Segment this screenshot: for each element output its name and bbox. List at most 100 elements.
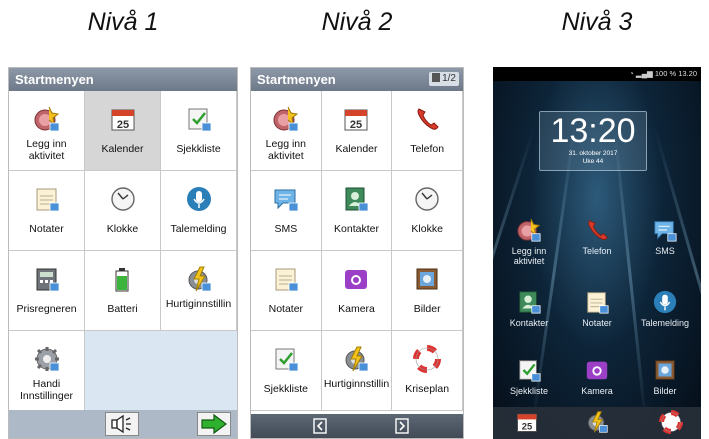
- home-app-label: Talemelding: [640, 318, 690, 328]
- home-app-bilder[interactable]: Bilder: [633, 357, 697, 396]
- notes-icon: [272, 265, 300, 293]
- checklist-icon: [185, 105, 213, 133]
- home-app-kamera[interactable]: Kamera: [565, 357, 629, 396]
- app-tile-label: Notater: [268, 303, 304, 315]
- camera-icon: [584, 357, 610, 383]
- home-app-label: Telefon: [582, 246, 612, 256]
- home-app-label: Kamera: [581, 386, 613, 396]
- app-tile-prisregneren[interactable]: Prisregneren: [9, 251, 85, 331]
- home-app-kontakter[interactable]: Kontakter: [497, 289, 561, 328]
- app-tile-sjekkliste[interactable]: Sjekkliste: [251, 331, 322, 411]
- calendar-icon: 25: [109, 105, 137, 133]
- wifi-icon: ◔: [629, 69, 634, 78]
- sms-icon: [652, 217, 678, 243]
- calculator-icon: [33, 265, 61, 293]
- app-tile-sms[interactable]: SMS: [251, 171, 322, 251]
- app-tile-hurtiginnstillin[interactable]: Hurtiginnstillin: [161, 251, 237, 331]
- app-tile-sjekkliste[interactable]: Sjekkliste: [161, 91, 237, 171]
- level2-footer: [251, 414, 463, 438]
- add-activity-icon: [272, 105, 300, 133]
- pictures-icon: [652, 357, 678, 383]
- clock-time: 13:20: [550, 112, 636, 150]
- svg-text:25: 25: [116, 119, 128, 131]
- app-tile-label: Telefon: [410, 143, 445, 155]
- app-tile-label: Klokke: [106, 223, 139, 235]
- app-tile-notater[interactable]: Notater: [251, 251, 322, 331]
- app-tile-notater[interactable]: Notater: [9, 171, 85, 251]
- app-tile-label: Legg inn aktivitet: [26, 138, 67, 162]
- app-tile-telefon[interactable]: Telefon: [392, 91, 463, 171]
- app-tile-label: Kalender: [101, 143, 144, 155]
- app-tile-kriseplan[interactable]: Kriseplan: [392, 331, 463, 411]
- level3-phone-screen: ◔ ▂▄▆ 100 % 13.20 13:20 31. oktober 2017…: [493, 67, 701, 439]
- app-tile-label: Kontakter: [334, 223, 379, 235]
- quick-settings-icon: [185, 265, 213, 293]
- app-tile-label: Bilder: [413, 303, 441, 315]
- sound-button[interactable]: [105, 412, 139, 436]
- dock: 25: [493, 407, 701, 439]
- app-tile-legg-inn-aktivitet[interactable]: Legg inn aktivitet: [251, 91, 322, 171]
- home-app-talemelding[interactable]: Talemelding: [633, 289, 697, 328]
- level2-phone-screen: Startmenyen 1/2 Legg inn aktivitet 25 Kale…: [250, 67, 464, 439]
- home-app-telefon[interactable]: Telefon: [565, 217, 629, 256]
- app-tile-label: Notater: [29, 223, 64, 235]
- startmenu-header: Startmenyen 1/2: [251, 68, 463, 91]
- quick-settings-icon[interactable]: [585, 410, 609, 434]
- home-app-sjekkliste[interactable]: Sjekkliste: [497, 357, 561, 396]
- clock-week: Uke 44: [582, 158, 604, 165]
- signal-icon: ▂▄▆: [635, 69, 653, 78]
- app-tile-kamera[interactable]: Kamera: [321, 251, 393, 331]
- page-indicator: 1/2: [429, 72, 459, 86]
- app-tile-label: Kalender: [335, 143, 378, 155]
- home-app-notater[interactable]: Notater: [565, 289, 629, 328]
- app-tile-label: Prisregneren: [16, 303, 77, 315]
- notes-icon: [33, 185, 61, 213]
- app-tile-kalender[interactable]: 25 Kalender: [321, 91, 393, 171]
- previous-page-icon[interactable]: [313, 418, 327, 434]
- add-activity-icon: [33, 105, 61, 133]
- microphone-icon: [652, 289, 678, 315]
- next-page-button[interactable]: [197, 412, 231, 436]
- home-app-legg-inn-aktivitet[interactable]: Legg inn aktivitet: [497, 217, 561, 266]
- app-tile-handi-innstillinger[interactable]: Handi Innstillinger: [9, 331, 85, 411]
- notes-icon: [584, 289, 610, 315]
- lifebuoy-icon[interactable]: [659, 410, 683, 434]
- next-page-icon[interactable]: [395, 418, 409, 434]
- settings-gear-icon: [33, 345, 61, 373]
- battery-icon: [109, 265, 137, 293]
- lifebuoy-icon: [413, 345, 442, 373]
- app-tile-label: Hurtiginnstillin: [323, 378, 390, 390]
- phone-icon: [584, 217, 610, 243]
- pictures-icon: [413, 265, 441, 293]
- clock-date: 31. oktober 2017: [568, 150, 618, 157]
- level2-app-grid: Legg inn aktivitet 25 Kalender Telefon SMS Ko…: [251, 91, 463, 414]
- calendar-icon[interactable]: 25: [515, 410, 539, 434]
- checklist-icon: [272, 345, 300, 373]
- speaker-icon: [111, 414, 131, 434]
- app-tile-talemelding[interactable]: Talemelding: [161, 171, 237, 251]
- add-activity-icon: [516, 217, 542, 243]
- contacts-icon: [342, 185, 370, 213]
- clock-widget[interactable]: 13:20 31. oktober 2017 Uke 44: [539, 111, 647, 171]
- level1-footer: [9, 410, 237, 438]
- app-tile-kalender[interactable]: 25 Kalender: [85, 91, 161, 171]
- camera-icon: [342, 265, 370, 293]
- app-tile-bilder[interactable]: Bilder: [392, 251, 463, 331]
- page-indicator-text: 1/2: [442, 73, 456, 84]
- quick-settings-icon: [342, 345, 370, 373]
- checklist-icon: [516, 357, 542, 383]
- app-tile-label: Klokke: [411, 223, 443, 235]
- app-tile-label: Legg inn aktivitet: [265, 138, 306, 162]
- home-app-label: SMS: [655, 246, 675, 256]
- app-tile-klokke[interactable]: Klokke: [85, 171, 161, 251]
- app-tile-batteri[interactable]: Batteri: [85, 251, 161, 331]
- status-text: 100 % 13.20: [654, 69, 697, 78]
- home-app-sms[interactable]: SMS: [633, 217, 697, 256]
- app-tile-klokke[interactable]: Klokke: [392, 171, 463, 251]
- home-app-label: Sjekkliste: [509, 386, 548, 396]
- app-tile-legg-inn-aktivitet[interactable]: Legg inn aktivitet: [9, 91, 85, 171]
- app-tile-kontakter[interactable]: Kontakter: [321, 171, 393, 251]
- level1-app-grid: Legg inn aktivitet 25 Kalender Sjekkliste No…: [9, 91, 237, 411]
- clock-icon: [413, 185, 441, 213]
- app-tile-hurtiginnstillin[interactable]: Hurtiginnstillin: [321, 331, 393, 411]
